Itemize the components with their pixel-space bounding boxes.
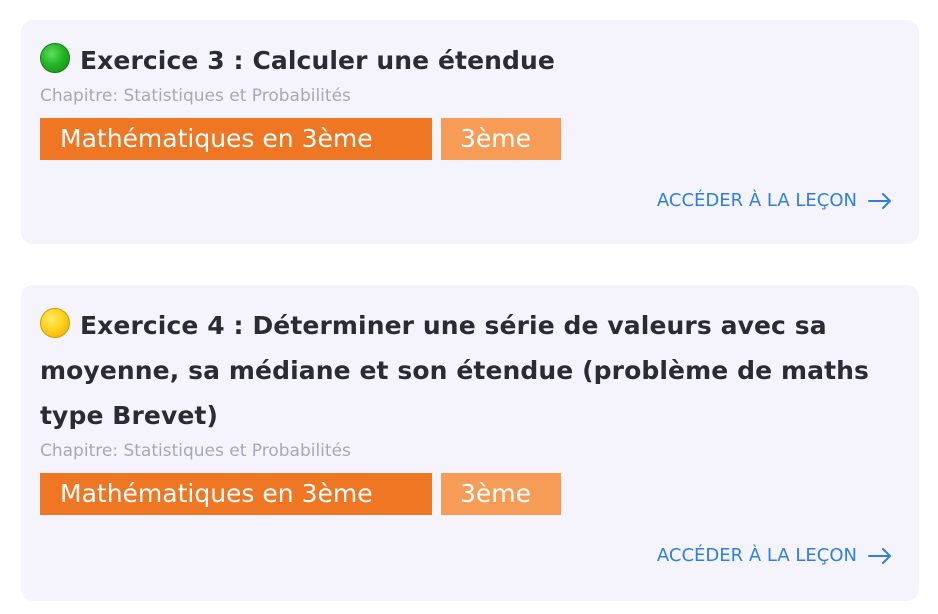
exercise-title[interactable]: Exercice 4 : Déterminer une série de val…	[40, 303, 900, 438]
arrow-right-icon[interactable]	[867, 192, 893, 210]
access-lesson-label[interactable]: ACCÉDER À LA LEÇON	[657, 190, 857, 211]
exercise-title-text[interactable]: Exercice 4 : Déterminer une série de val…	[40, 311, 869, 430]
tag-level: 3ème	[441, 118, 561, 160]
exercise-card: Exercice 4 : Déterminer une série de val…	[21, 285, 919, 601]
green-circle-icon	[40, 43, 70, 73]
access-lesson-link[interactable]: ACCÉDER À LA LEÇON	[657, 545, 893, 566]
tag-subject: Mathématiques en 3ème	[40, 473, 432, 515]
tag-subject: Mathématiques en 3ème	[40, 118, 432, 160]
exercise-card: Exercice 3 : Calculer une étendue Chapit…	[21, 20, 919, 244]
tag-list: Mathématiques en 3ème 3ème	[40, 118, 900, 160]
tag-level: 3ème	[441, 473, 561, 515]
chapter-label: Chapitre: Statistiques et Probabilités	[40, 441, 351, 461]
access-lesson-label[interactable]: ACCÉDER À LA LEÇON	[657, 545, 857, 566]
access-lesson-link[interactable]: ACCÉDER À LA LEÇON	[657, 190, 893, 211]
yellow-circle-icon	[40, 308, 70, 338]
arrow-right-icon[interactable]	[867, 547, 893, 565]
chapter-label: Chapitre: Statistiques et Probabilités	[40, 86, 351, 106]
exercise-title[interactable]: Exercice 3 : Calculer une étendue	[40, 38, 900, 83]
tag-list: Mathématiques en 3ème 3ème	[40, 473, 900, 515]
exercise-title-text[interactable]: Exercice 3 : Calculer une étendue	[80, 46, 555, 75]
